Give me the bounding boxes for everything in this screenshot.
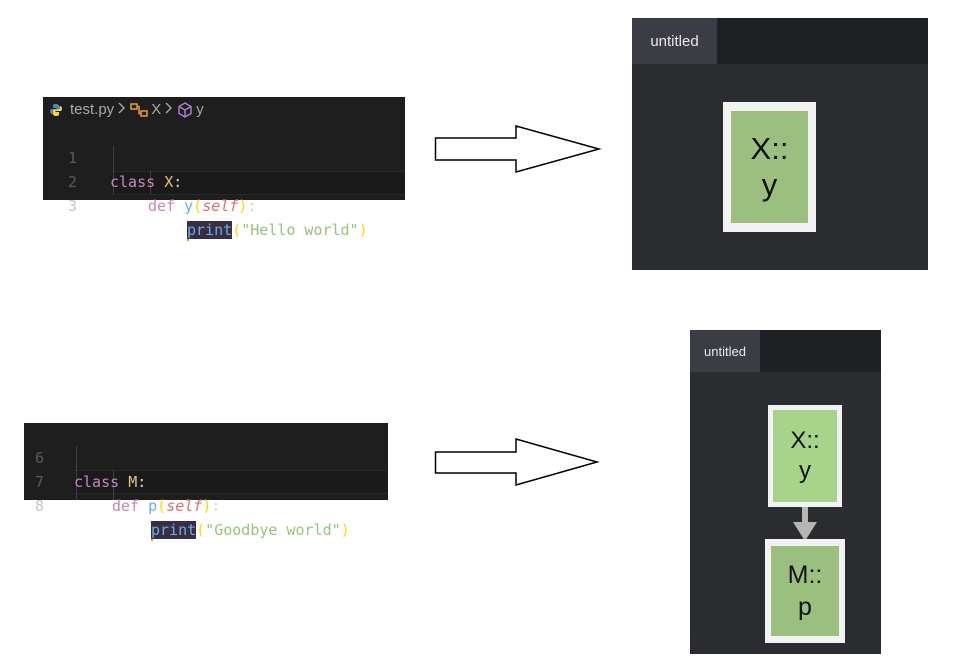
tab-label: untitled (650, 32, 699, 50)
node-class-label: M:: (787, 561, 823, 589)
code-line[interactable]: 8 print("Goodbye world") (24, 470, 388, 541)
node-method-label: p (798, 593, 812, 621)
paren: ) (358, 221, 368, 239)
paren: ( (157, 497, 167, 515)
string-literal: "Goodbye world" (205, 521, 341, 539)
code-editor-example-2: 6 class M: 7 def p(self): 8 print("Goodb… (24, 422, 388, 541)
chevron-right-icon (118, 101, 126, 118)
tab-label: untitled (704, 343, 746, 359)
graph-node[interactable]: X:: y (723, 102, 816, 232)
node-method-label: y (799, 457, 811, 484)
graph-panel-2: untitled X:: y M:: p (690, 330, 881, 654)
code-editor-example-1: test.py X y 1 class X: 2 def y(self): 3 … (43, 97, 405, 241)
paren: ( (232, 221, 242, 239)
breadcrumb-method[interactable]: y (177, 101, 204, 118)
graph-node[interactable]: M:: p (765, 539, 845, 643)
code-line[interactable]: 1 class X: (43, 122, 405, 191)
breadcrumb-file-label: test.py (70, 101, 115, 118)
breadcrumb: test.py X y (43, 97, 405, 122)
paren: ( (196, 521, 206, 539)
right-arrow-icon (434, 438, 600, 486)
paren: ) (238, 197, 248, 215)
keyword: def (112, 497, 140, 515)
line-number: 8 (34, 497, 44, 515)
graph-panel-1: untitled X:: y (632, 18, 928, 270)
node-method-label: y (761, 167, 778, 202)
node-class-label: X:: (750, 131, 789, 166)
code-line[interactable]: 2 def y(self): (43, 146, 405, 215)
paren: ) (340, 521, 350, 539)
colon: : (247, 197, 257, 215)
code-line[interactable]: 7 def p(self): (24, 446, 388, 515)
param: self (202, 197, 239, 215)
right-arrow-icon (434, 125, 602, 173)
param: self (166, 497, 203, 515)
tab-untitled[interactable]: untitled (690, 330, 760, 372)
breadcrumb-class[interactable]: X (130, 101, 161, 118)
breadcrumb-file[interactable]: test.py (49, 101, 114, 118)
keyword: def (148, 197, 176, 215)
line-number: 3 (67, 197, 77, 215)
chevron-right-icon (165, 101, 173, 118)
call-name: print (187, 221, 233, 239)
code-line[interactable]: 6 class M: (24, 422, 388, 491)
tab-untitled[interactable]: untitled (632, 18, 717, 64)
breadcrumb-method-label: y (196, 101, 204, 118)
code-line[interactable]: 3 print("Hello world") (43, 170, 405, 241)
node-class-label: X:: (790, 427, 820, 454)
paren: ) (202, 497, 212, 515)
paren: ( (193, 197, 203, 215)
class-icon (130, 102, 148, 117)
method-icon (178, 101, 192, 118)
python-file-icon (50, 103, 62, 116)
string-literal: "Hello world" (241, 221, 359, 239)
breadcrumb-class-label: X (151, 101, 162, 118)
function-name: p (148, 497, 158, 515)
graph-node[interactable]: X:: y (768, 405, 842, 507)
colon: : (211, 497, 221, 515)
function-name: y (184, 197, 194, 215)
call-name: print (151, 521, 197, 539)
down-arrow-icon (793, 507, 817, 541)
